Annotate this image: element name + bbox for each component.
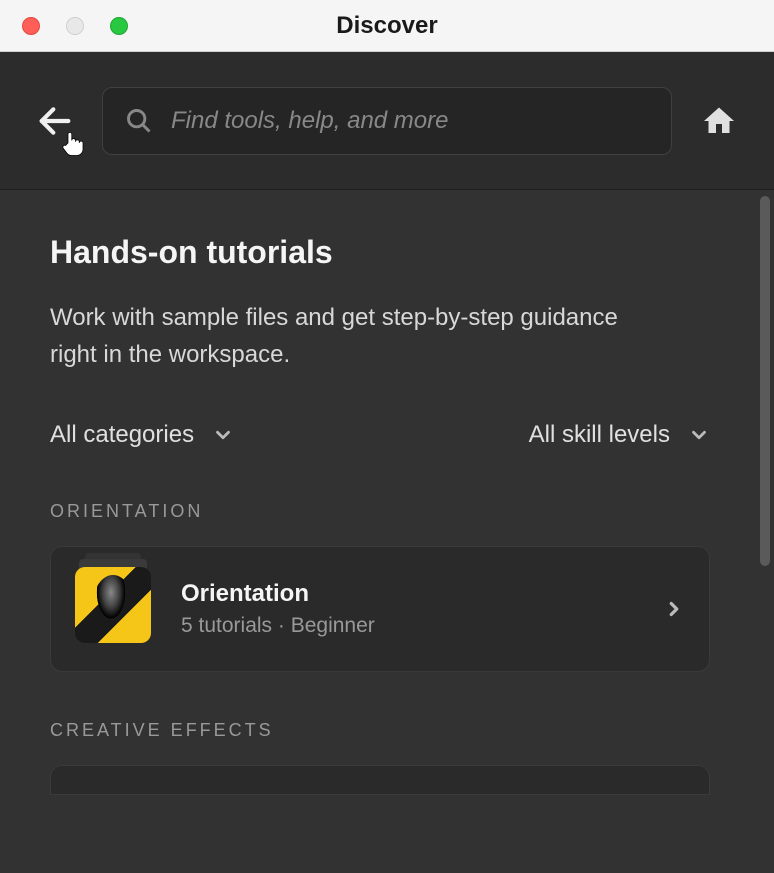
chevron-right-icon [663, 598, 685, 620]
section-header-orientation: ORIENTATION [50, 501, 710, 522]
card-thumbnail [75, 567, 159, 651]
traffic-lights [22, 17, 128, 35]
maximize-window-button[interactable] [110, 17, 128, 35]
card-meta: 5 tutorials · Beginner [181, 614, 641, 638]
page-description: Work with sample files and get step-by-s… [50, 299, 670, 373]
toolbar [0, 52, 774, 190]
section-header-creative-effects: CREATIVE EFFECTS [50, 720, 710, 741]
close-window-button[interactable] [22, 17, 40, 35]
skill-filter[interactable]: All skill levels [529, 421, 710, 449]
chevron-down-icon [212, 424, 234, 446]
search-icon [125, 107, 153, 135]
chevron-down-icon [688, 424, 710, 446]
tutorial-card-orientation[interactable]: Orientation 5 tutorials · Beginner [50, 546, 710, 672]
filter-row: All categories All skill levels [50, 421, 710, 449]
card-info: Orientation 5 tutorials · Beginner [181, 580, 641, 638]
search-field-wrapper[interactable] [102, 87, 672, 155]
search-input[interactable] [171, 107, 649, 135]
page-title: Hands-on tutorials [50, 234, 710, 271]
category-filter[interactable]: All categories [50, 421, 234, 449]
home-icon [701, 103, 737, 139]
home-button[interactable] [692, 94, 746, 148]
window-titlebar: Discover [0, 0, 774, 52]
back-button[interactable] [28, 94, 82, 148]
minimize-window-button[interactable] [66, 17, 84, 35]
card-title: Orientation [181, 580, 641, 608]
tutorial-card-partial[interactable] [50, 765, 710, 795]
skill-filter-label: All skill levels [529, 421, 670, 449]
scrollbar-thumb[interactable] [760, 196, 770, 566]
cursor-hand-icon [58, 128, 88, 158]
scrollbar[interactable] [760, 190, 774, 873]
category-filter-label: All categories [50, 421, 194, 449]
content-area: Hands-on tutorials Work with sample file… [0, 190, 760, 873]
